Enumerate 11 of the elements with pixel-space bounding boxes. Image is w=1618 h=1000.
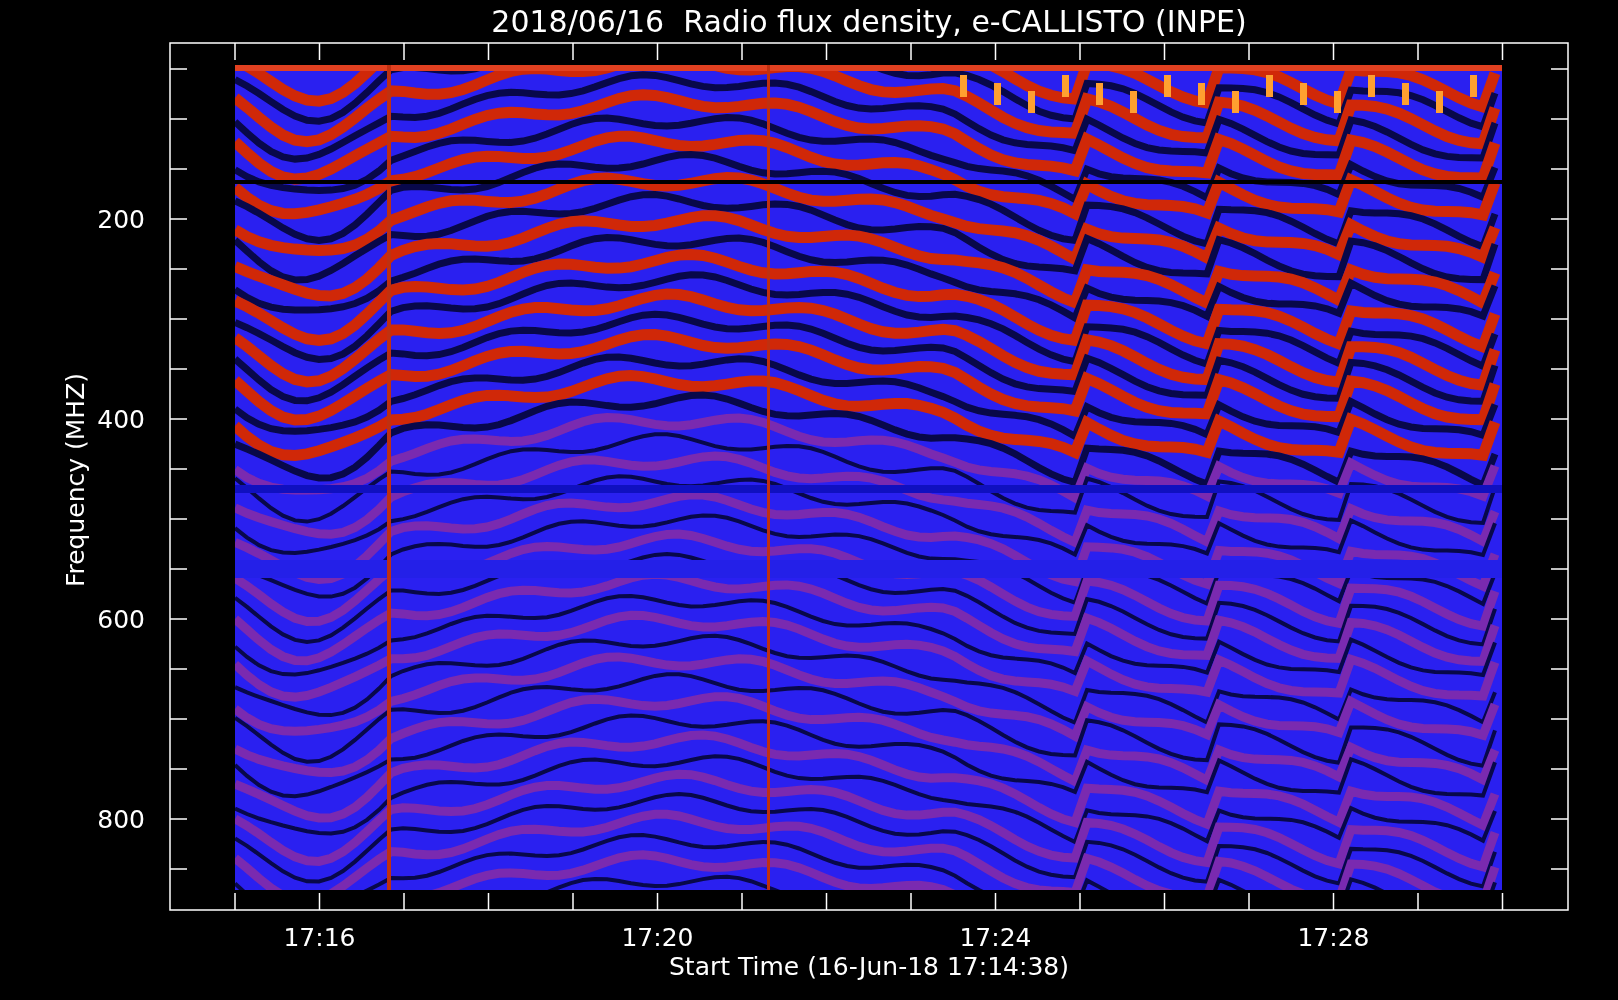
tick-label: 200 (97, 205, 145, 234)
plot-title: 2018/06/16 Radio flux density, e-CALLISTO (INPE) (491, 4, 1247, 39)
y-axis-label: Frequency (MHZ) (61, 372, 90, 588)
tick-label: 17:20 (621, 923, 694, 952)
tick-label: 600 (97, 605, 145, 634)
tick-label: 17:24 (959, 923, 1032, 952)
x-axis-label: Start Time (16-Jun-18 17:14:38) (669, 952, 1069, 981)
tick-label: 17:16 (283, 923, 356, 952)
tick-label: 800 (97, 805, 145, 834)
tick-label: 17:28 (1297, 923, 1370, 952)
tick-label: 400 (97, 405, 145, 434)
